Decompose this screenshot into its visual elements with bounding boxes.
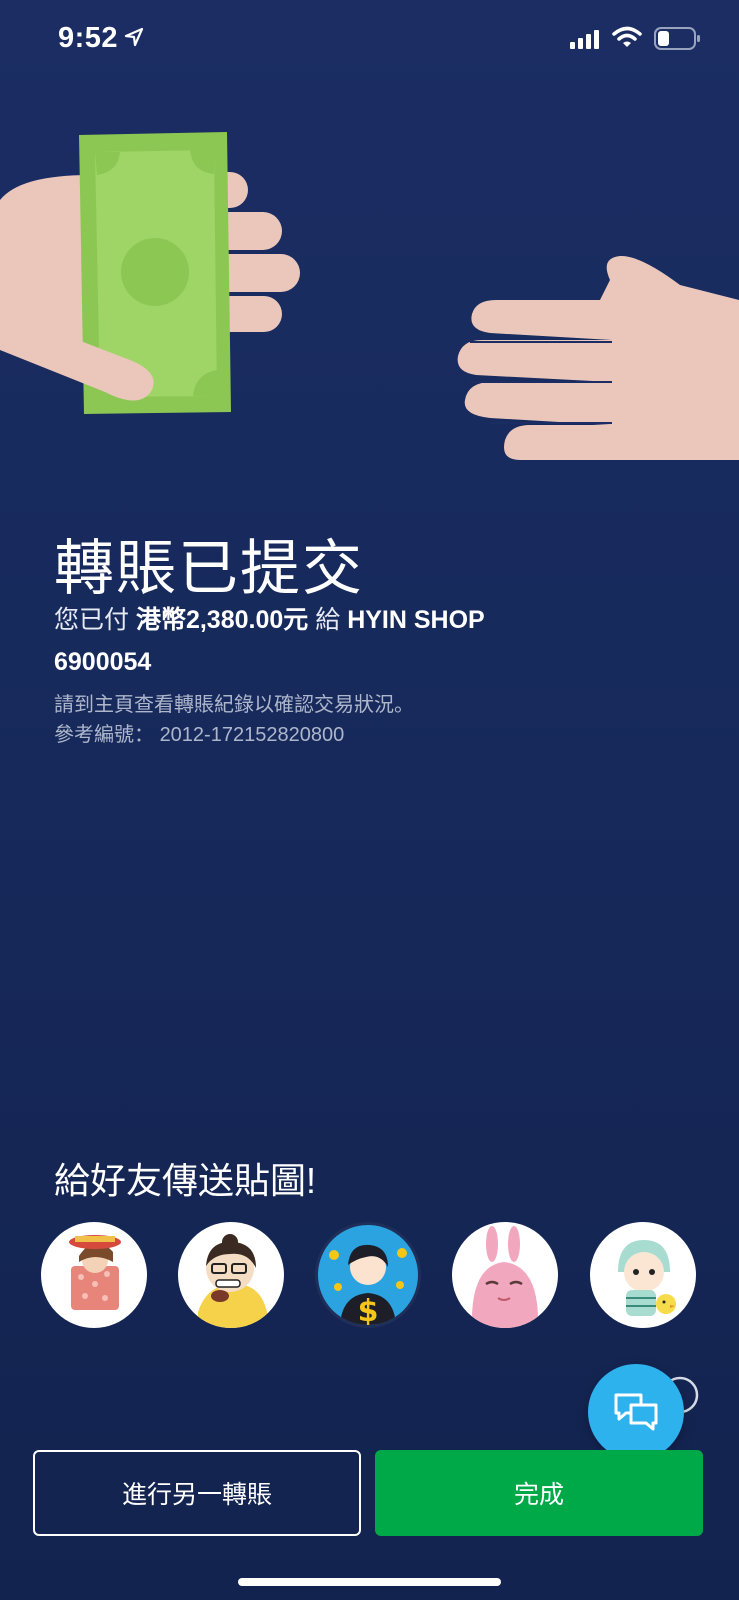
sticker-pink-rabbit[interactable] [452, 1222, 558, 1328]
battery-icon [654, 27, 702, 56]
payment-summary: 您已付 港幣2,380.00元 給 HYIN SHOP [54, 600, 485, 636]
svg-text:$: $ [358, 1294, 379, 1325]
paid-amount: 港幣2,380.00元 [135, 606, 309, 634]
chat-button[interactable] [588, 1364, 684, 1460]
reference-number-line: 參考編號： 2012-172152820800 [54, 718, 344, 747]
cellular-signal-icon [570, 30, 602, 55]
page-title: 轉賬已提交 [54, 535, 364, 602]
sticker-section-title: 給好友傳送貼圖! [54, 1160, 317, 1201]
check-history-note: 請到主頁查看轉賬紀錄以確認交易狀況。 [54, 694, 414, 716]
wifi-icon [612, 26, 642, 55]
payee-name: HYIN SHOP [347, 606, 485, 634]
reference-number: 2012-172152820800 [159, 724, 345, 746]
paid-prefix: 您已付 [54, 606, 136, 634]
chat-bubbles-icon [614, 1393, 658, 1431]
sticker-money-man[interactable]: $ [315, 1222, 421, 1328]
reference-label: 參考編號： [54, 724, 154, 746]
hand-giving-money-illustration [0, 120, 739, 485]
location-arrow-icon [124, 27, 144, 52]
another-transfer-button[interactable]: 進行另一轉賬 [33, 1450, 361, 1536]
to-word: 給 [308, 606, 348, 634]
home-indicator [238, 1578, 501, 1586]
sticker-baby-with-chick[interactable] [590, 1222, 696, 1328]
payee-account-number: 6900054 [54, 648, 152, 676]
sticker-gift-box-girl[interactable] [41, 1222, 147, 1328]
sticker-girl-with-glasses[interactable] [178, 1222, 284, 1328]
done-button[interactable]: 完成 [375, 1450, 703, 1536]
status-time: 9:52 [58, 22, 119, 54]
